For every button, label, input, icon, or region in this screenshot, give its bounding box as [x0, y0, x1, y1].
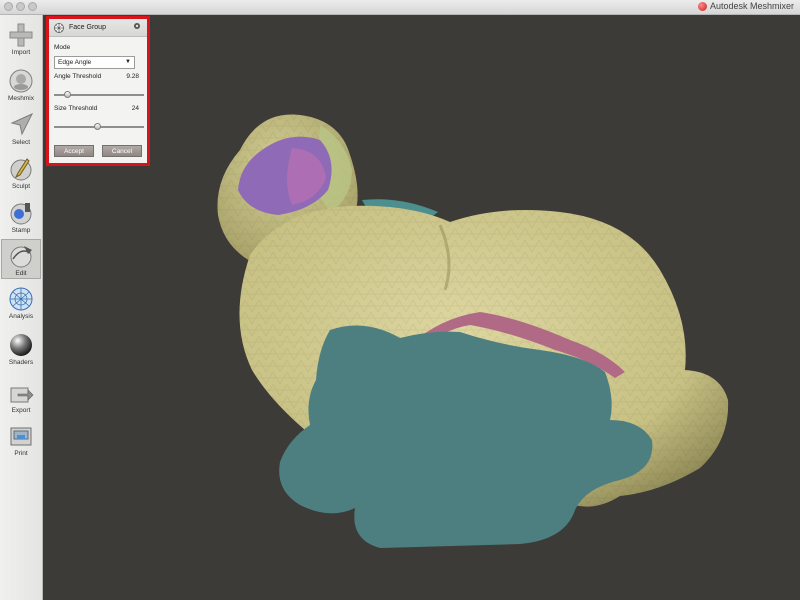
import-plus-icon: [9, 23, 33, 47]
3d-viewport[interactable]: [43, 15, 800, 600]
tool-export-label: Export: [11, 407, 31, 414]
face-group-icon: [54, 22, 64, 33]
app-title-text: Autodesk Meshmixer: [709, 1, 794, 11]
tool-analysis-label: Analysis: [8, 313, 34, 320]
tool-stamp[interactable]: Stamp: [1, 197, 41, 237]
cancel-button[interactable]: Cancel: [102, 145, 142, 157]
mode-dropdown[interactable]: Edge Angle ▼: [54, 56, 135, 69]
analysis-icon: [9, 287, 33, 311]
gear-icon[interactable]: [133, 22, 141, 30]
tool-analysis[interactable]: Analysis: [1, 283, 41, 323]
shaders-sphere-icon: [10, 334, 32, 356]
minimize-window-button[interactable]: [16, 2, 25, 11]
size-threshold-label: Size Threshold: [54, 105, 98, 112]
left-toolbar: Import Meshmix Select Sculpt Stamp Edit …: [0, 15, 43, 600]
mesh-model[interactable]: [43, 15, 800, 600]
angle-threshold-value: 9.28: [126, 73, 139, 80]
tool-edit-label: Edit: [15, 270, 27, 277]
select-arrow-icon: [10, 112, 34, 136]
export-icon: [10, 387, 34, 403]
tool-print-label: Print: [14, 450, 28, 457]
mode-label: Mode: [54, 44, 71, 51]
panel-header: Face Group: [49, 19, 147, 37]
tool-select-label: Select: [11, 139, 31, 146]
app-title: Autodesk Meshmixer: [697, 1, 794, 11]
size-threshold-value: 24: [131, 105, 139, 112]
close-window-button[interactable]: [4, 2, 13, 11]
tool-edit[interactable]: Edit: [1, 239, 41, 279]
tool-select[interactable]: Select: [1, 109, 41, 149]
tool-import[interactable]: Import: [1, 19, 41, 59]
zoom-window-button[interactable]: [28, 2, 37, 11]
tool-export[interactable]: Export: [1, 377, 41, 417]
chevron-down-icon: ▼: [125, 59, 131, 65]
angle-threshold-label: Angle Threshold: [54, 73, 102, 80]
meshmix-icon: [9, 69, 33, 93]
meshmixer-logo-icon: [697, 1, 707, 11]
edit-icon: [10, 246, 32, 268]
stamp-icon: [10, 203, 32, 225]
angle-threshold-slider-handle[interactable]: [64, 91, 71, 98]
accept-button[interactable]: Accept: [54, 145, 94, 157]
tool-stamp-label: Stamp: [11, 227, 31, 234]
tool-sculpt[interactable]: Sculpt: [1, 153, 41, 193]
tool-shaders[interactable]: Shaders: [1, 329, 41, 369]
tool-meshmix[interactable]: Meshmix: [1, 65, 41, 105]
tool-print[interactable]: Print: [1, 420, 41, 460]
size-threshold-slider-handle[interactable]: [93, 123, 101, 130]
mode-dropdown-value: Edge Angle: [58, 59, 92, 66]
print-icon: [10, 427, 32, 446]
window-titlebar: Autodesk Meshmixer: [0, 0, 800, 15]
tool-sculpt-label: Sculpt: [11, 183, 31, 190]
sculpt-brush-icon: [10, 158, 32, 181]
tool-import-label: Import: [11, 49, 31, 56]
face-group-panel: Face Group Mode Edge Angle ▼ Angle Thres…: [46, 16, 150, 166]
panel-title: Face Group: [69, 24, 106, 31]
tool-meshmix-label: Meshmix: [7, 95, 34, 102]
tool-shaders-label: Shaders: [8, 359, 34, 366]
